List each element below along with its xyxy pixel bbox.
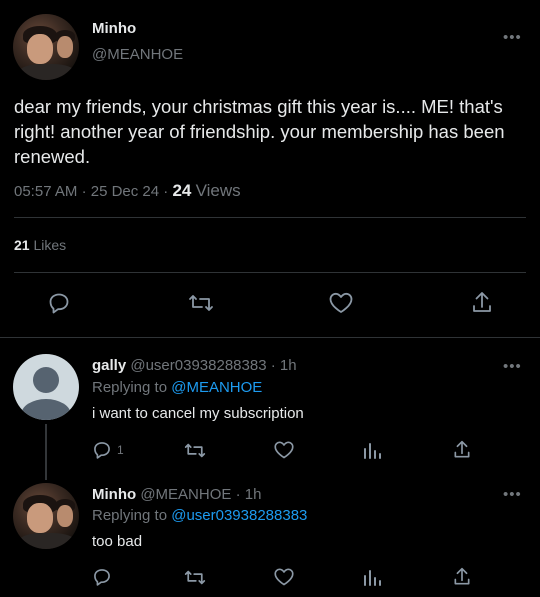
thread-line — [45, 424, 47, 480]
like-icon[interactable] — [273, 567, 295, 587]
replying-to: Replying to @user03938288383 — [92, 507, 307, 524]
reply-author-meta[interactable]: @MEANHOE · 1h — [140, 486, 261, 503]
reply-author-name[interactable]: Minho — [92, 486, 136, 503]
replying-to: Replying to @MEANHOE — [92, 379, 262, 396]
reply-icon[interactable] — [92, 440, 112, 460]
reply-author-name[interactable]: gally — [92, 357, 126, 374]
avatar[interactable] — [13, 483, 79, 549]
tweet-date[interactable]: 25 Dec 24 — [91, 183, 159, 200]
likes-label: Likes — [33, 237, 67, 253]
replying-to-label: Replying to — [92, 507, 168, 524]
more-icon[interactable]: ••• — [503, 30, 522, 45]
more-icon[interactable]: ••• — [503, 487, 522, 502]
retweet-icon[interactable] — [188, 292, 214, 314]
divider — [14, 217, 526, 218]
share-icon[interactable] — [470, 290, 494, 316]
reply-text: i want to cancel my subscription — [92, 405, 304, 422]
reply-icon[interactable] — [92, 567, 112, 587]
divider — [0, 337, 540, 338]
tweet-time: 05:57 AM — [14, 183, 78, 200]
replying-to-handle[interactable]: @user03938288383 — [171, 507, 307, 524]
reply-text: too bad — [92, 533, 143, 550]
likes-stat[interactable]: 21 Likes — [14, 237, 66, 253]
like-icon[interactable] — [273, 440, 295, 460]
reply-header: Minho @MEANHOE · 1h — [92, 486, 261, 503]
analytics-icon[interactable] — [362, 440, 382, 460]
divider — [14, 272, 526, 273]
retweet-icon[interactable] — [184, 441, 206, 460]
likes-count: 21 — [14, 237, 30, 253]
more-icon[interactable]: ••• — [503, 359, 522, 374]
tweet-meta: 05:57 AM · 25 Dec 24 · 24 Views — [14, 181, 241, 200]
reply-icon[interactable] — [47, 291, 71, 315]
reply-author-meta[interactable]: @user03938288383 · 1h — [130, 357, 296, 374]
replying-to-label: Replying to — [92, 379, 168, 396]
avatar[interactable] — [13, 354, 79, 420]
reply-count: 1 — [117, 443, 124, 457]
views-count: 24 — [172, 181, 192, 200]
tweet-text: dear my friends, your christmas gift thi… — [14, 96, 505, 167]
avatar[interactable] — [13, 14, 79, 80]
reply-header: gally @user03938288383 · 1h — [92, 357, 297, 374]
views-label: Views — [195, 181, 241, 200]
retweet-icon[interactable] — [184, 568, 206, 587]
author-handle[interactable]: @MEANHOE — [92, 46, 183, 63]
share-icon[interactable] — [452, 439, 472, 461]
share-icon[interactable] — [452, 566, 472, 588]
like-icon[interactable] — [328, 291, 354, 315]
replying-to-handle[interactable]: @MEANHOE — [171, 379, 262, 396]
analytics-icon[interactable] — [362, 567, 382, 587]
author-name[interactable]: Minho — [92, 20, 136, 37]
